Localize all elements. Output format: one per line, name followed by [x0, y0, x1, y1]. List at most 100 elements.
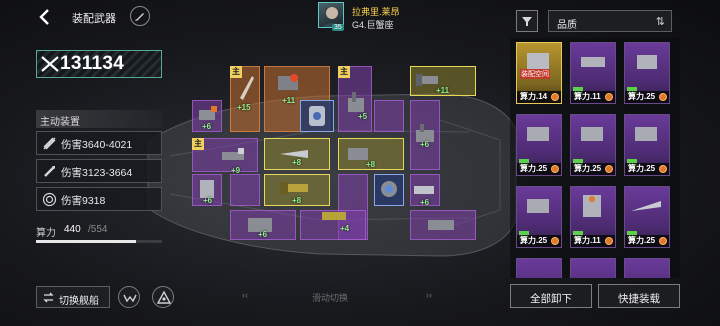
- inventory-card[interactable]: 算力.25: [624, 114, 670, 176]
- commander-level: 35: [332, 24, 344, 31]
- filter-button[interactable]: [516, 10, 538, 32]
- swap-icon: [43, 292, 54, 303]
- triangle-ship-icon: [157, 291, 171, 304]
- inventory-card[interactable]: 算力.25: [516, 186, 562, 248]
- card-power: 算力.25: [520, 236, 548, 245]
- inventory-card[interactable]: 算力.25: [624, 42, 670, 104]
- swipe-right-icon: ››: [426, 290, 432, 300]
- inventory-card[interactable]: [516, 258, 562, 278]
- card-power: 算力.25: [628, 236, 656, 245]
- coin-icon: [551, 165, 559, 173]
- main-tag: 主: [338, 66, 350, 78]
- missile-pod-icon: [278, 74, 298, 90]
- switch-ship-label: 切换舰船: [59, 296, 99, 307]
- unequip-all-button[interactable]: 全部卸下: [510, 284, 592, 308]
- inventory-panel[interactable]: 装配空间 算力.14 算力.11 算力.25 算力.25 算力.25 算力.25: [510, 38, 680, 278]
- stat-row[interactable]: 伤害3640-4021: [36, 131, 162, 155]
- coin-icon: [659, 237, 667, 245]
- chevron-left-icon: [39, 9, 49, 25]
- unequip-all-label: 全部卸下: [530, 293, 572, 305]
- slot-bonus: +6: [420, 140, 430, 149]
- slot-bonus: +6: [258, 230, 268, 239]
- slot-bonus: +6: [202, 122, 212, 131]
- inventory-card[interactable]: 算力.25: [624, 186, 670, 248]
- commander-name: 拉弗里.莱昂: [352, 7, 400, 17]
- active-equipment-title: 主动装置: [36, 110, 162, 128]
- torpedo-icon: [44, 166, 55, 177]
- inventory-card[interactable]: 算力.25: [516, 114, 562, 176]
- ship-name: G4.巨蟹座: [352, 20, 394, 30]
- coin-icon: [605, 165, 613, 173]
- card-power: 算力.25: [574, 164, 602, 173]
- formation-button[interactable]: [152, 286, 174, 308]
- switch-ship-button[interactable]: 切换舰船: [36, 286, 110, 308]
- stat-text: 伤害3640-4021: [61, 139, 133, 151]
- weapon-slot[interactable]: [374, 100, 404, 132]
- card-power: 算力.11: [574, 236, 601, 245]
- slot-bonus: +8: [366, 160, 376, 169]
- coin-icon: [659, 93, 667, 101]
- inventory-card[interactable]: 算力.11: [570, 42, 616, 104]
- edit-button[interactable]: [130, 6, 150, 26]
- inventory-card[interactable]: [570, 258, 616, 278]
- coin-icon: [605, 93, 613, 101]
- coin-icon: [659, 165, 667, 173]
- back-button[interactable]: [36, 8, 56, 26]
- slot-bonus: +8: [292, 196, 302, 205]
- main-tag: 主: [192, 138, 204, 150]
- target-icon: [42, 192, 57, 207]
- slot-bonus: +15: [237, 103, 251, 112]
- weapon-thumbnail-icon: [527, 127, 549, 141]
- blade-icon: [240, 76, 254, 100]
- stat-row[interactable]: 伤害9318: [36, 187, 162, 211]
- inventory-card[interactable]: 装配空间 算力.14: [516, 42, 562, 104]
- crossed-swords-icon: [40, 55, 60, 73]
- slot-bonus: +6: [203, 196, 213, 205]
- quick-equip-label: 快捷装载: [618, 293, 660, 305]
- inventory-card[interactable]: 算力.11: [570, 186, 616, 248]
- weapon-thumbnail-icon: [637, 55, 657, 69]
- slot-bonus: +6: [420, 198, 430, 207]
- sort-toggle-icon: ⇅: [655, 16, 665, 28]
- card-power: 算力.11: [574, 92, 601, 101]
- weapon-thumbnail-icon: [581, 57, 605, 67]
- weapon-thumbnail-icon: [631, 201, 661, 211]
- wings-icon: [123, 294, 137, 303]
- stat-row[interactable]: 伤害3123-3664: [36, 159, 162, 183]
- quick-equip-button[interactable]: 快捷装载: [598, 284, 680, 308]
- filter-icon: [522, 17, 532, 26]
- sort-label: 品质: [557, 20, 577, 31]
- stat-text: 伤害3123-3664: [61, 167, 133, 179]
- slot-bonus: +8: [292, 158, 302, 167]
- weapon-thumbnail-icon: [527, 199, 549, 213]
- weapon-thumbnail-icon: [581, 127, 603, 141]
- weapon-thumbnail-icon: [635, 127, 657, 141]
- weapon-thumbnail-icon: [583, 195, 601, 217]
- sort-select[interactable]: 品质 ⇅: [548, 10, 672, 32]
- shield-device-icon: [309, 106, 325, 126]
- capacity-max: /554: [88, 224, 108, 235]
- card-power: 算力.25: [628, 164, 656, 173]
- swipe-left-icon: ‹‹: [242, 290, 248, 300]
- swipe-hint: ‹‹ 滑动切换 ››: [242, 290, 432, 304]
- swipe-label: 滑动切换: [312, 293, 349, 303]
- weapon-slot[interactable]: [230, 174, 260, 206]
- coin-icon: [605, 237, 613, 245]
- fleet-button[interactable]: [118, 286, 140, 308]
- pencil-icon: [135, 13, 144, 21]
- reactor-icon: [381, 181, 397, 197]
- inventory-card[interactable]: [624, 258, 670, 278]
- slot-bonus: +11: [436, 86, 450, 95]
- stat-text: 伤害9318: [61, 195, 106, 207]
- card-power: 算力.25: [520, 164, 548, 173]
- power-value: 131134: [60, 53, 125, 74]
- capacity-current: 440: [64, 224, 81, 235]
- twin-turret-icon: [428, 220, 454, 230]
- capacity-label: 算力: [36, 228, 56, 239]
- page-title: 装配武器: [72, 13, 116, 25]
- slot-bonus: +11: [282, 96, 296, 105]
- card-badge: 装配空间: [520, 69, 550, 79]
- card-power: 算力.25: [628, 92, 656, 101]
- missile-icon: [43, 137, 56, 150]
- inventory-card[interactable]: 算力.25: [570, 114, 616, 176]
